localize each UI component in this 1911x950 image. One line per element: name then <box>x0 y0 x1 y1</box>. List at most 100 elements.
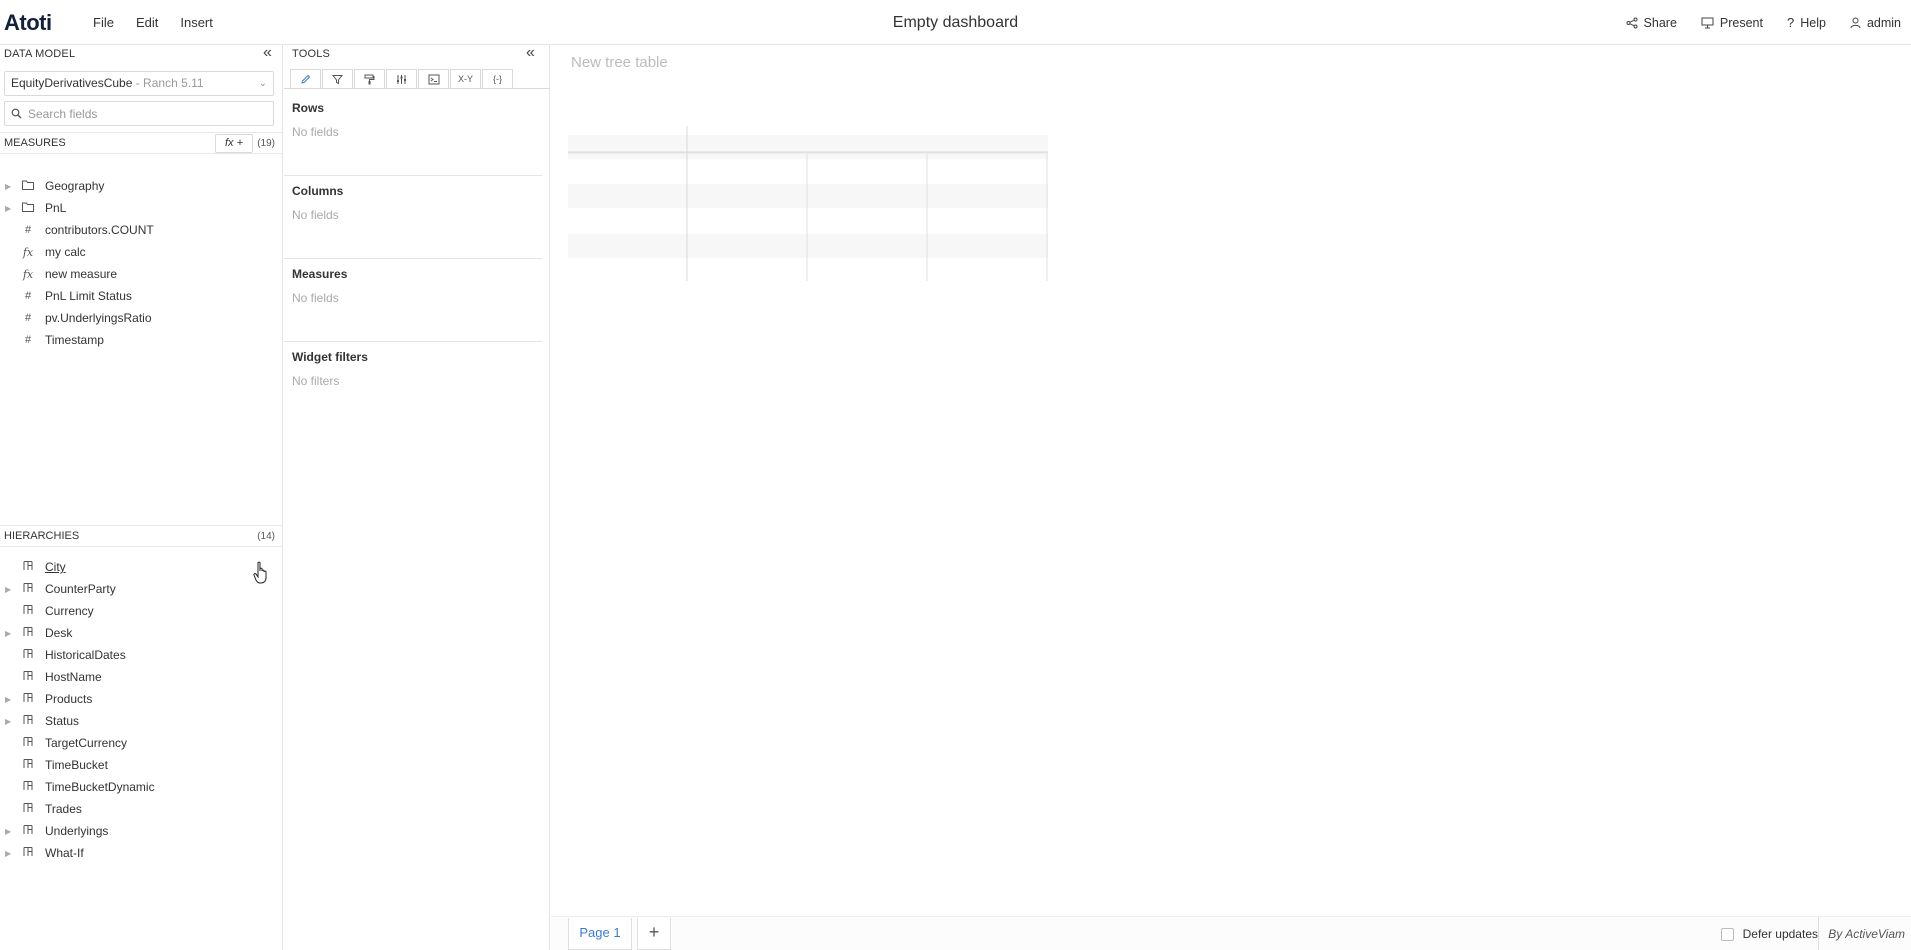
present-label: Present <box>1719 15 1763 30</box>
dashboard-canvas: New tree table <box>551 45 1911 950</box>
braces-label: {-} <box>492 74 502 84</box>
hierarchies-count: (14) <box>257 531 275 542</box>
hierarchy-icon <box>21 758 35 772</box>
hand-cursor-icon <box>253 561 267 584</box>
hierarchy-item[interactable]: ▶ Desk <box>0 622 72 644</box>
hierarchy-label: Trades <box>45 802 82 816</box>
hash-icon: # <box>24 334 32 346</box>
measure-item[interactable]: # PnL Limit Status <box>0 285 132 307</box>
search-icon <box>11 108 22 119</box>
hierarchy-label: Underlyings <box>45 824 109 838</box>
section-divider <box>284 175 542 176</box>
measure-label: new measure <box>45 267 118 281</box>
paint-roller-icon[interactable] <box>354 69 385 89</box>
menu-file[interactable]: File <box>82 15 125 30</box>
pages-footer: Page 1 + Defer updates By ActiveViam <box>551 916 1911 950</box>
collapse-data-model-icon[interactable]: « <box>263 44 272 62</box>
hierarchy-label: TimeBucket <box>45 758 108 772</box>
page-tab-1[interactable]: Page 1 <box>568 918 632 950</box>
present-button[interactable]: Present <box>1701 16 1763 30</box>
folder-icon <box>21 202 35 215</box>
hierarchy-item[interactable]: Trades <box>0 798 82 820</box>
caret-right-icon[interactable]: ▶ <box>5 182 13 191</box>
widget-title[interactable]: New tree table <box>571 54 668 71</box>
hierarchy-label: Currency <box>45 604 94 618</box>
share-button[interactable]: Share <box>1626 16 1677 30</box>
measure-item[interactable]: ▶ Geography <box>0 175 104 197</box>
add-page-button[interactable]: + <box>637 918 671 950</box>
widget-filters-dropzone[interactable]: No filters <box>292 374 339 388</box>
hierarchy-item[interactable]: ▶ CounterParty <box>0 578 116 600</box>
measure-label: PnL <box>45 201 67 215</box>
search-field-box[interactable] <box>4 101 274 126</box>
hierarchy-label: HistoricalDates <box>45 648 126 662</box>
rows-section-title: Rows <box>292 101 325 115</box>
hierarchy-item[interactable]: HistoricalDates <box>0 644 126 666</box>
cube-selector[interactable]: EquityDerivativesCube - Ranch 5.11 ⌄ <box>4 71 274 96</box>
hash-icon: # <box>24 290 32 302</box>
tabs-divider <box>284 88 550 89</box>
hierarchy-label: TargetCurrency <box>45 736 128 750</box>
app-header: Atoti File Edit Insert Empty dashboard S… <box>0 0 1911 45</box>
hierarchy-icon <box>21 604 35 618</box>
hierarchy-icon <box>21 670 35 684</box>
caret-right-icon[interactable]: ▶ <box>5 585 13 594</box>
hierarchy-item[interactable]: Currency <box>0 600 94 622</box>
help-button[interactable]: ? Help <box>1787 15 1826 30</box>
add-calculated-measure-button[interactable]: fx + <box>215 134 253 153</box>
measure-label: my calc <box>45 245 86 259</box>
folder-icon <box>21 180 35 193</box>
hierarchy-icon <box>21 736 35 750</box>
menu-edit[interactable]: Edit <box>125 15 169 30</box>
hash-icon: # <box>24 224 32 236</box>
tools-panel: TOOLS « X-Y {-} Rows No fields Columns N… <box>284 44 550 950</box>
pencil-icon[interactable] <box>290 69 321 89</box>
measure-label: contributors.COUNT <box>45 223 154 237</box>
hierarchy-item[interactable]: TargetCurrency <box>0 732 127 754</box>
hierarchy-item[interactable]: ▶ Products <box>0 688 92 710</box>
measure-item[interactable]: fx new measure <box>0 263 117 285</box>
measure-item[interactable]: # pv.UnderlyingsRatio <box>0 307 152 329</box>
collapse-tools-icon[interactable]: « <box>526 44 535 62</box>
measure-item[interactable]: # Timestamp <box>0 329 104 351</box>
filter-icon[interactable] <box>322 69 353 89</box>
share-label: Share <box>1643 15 1677 30</box>
measure-item[interactable]: fx my calc <box>0 241 86 263</box>
hierarchy-item[interactable]: City <box>0 556 66 578</box>
search-fields-input[interactable] <box>28 106 268 121</box>
hierarchy-icon <box>21 648 35 662</box>
sliders-icon[interactable] <box>386 69 417 89</box>
menu-insert[interactable]: Insert <box>169 15 224 30</box>
defer-updates-checkbox[interactable] <box>1720 927 1734 941</box>
terminal-icon[interactable] <box>418 69 449 89</box>
cube-server: - Ranch 5.11 <box>132 76 204 90</box>
measure-label: Timestamp <box>45 333 104 347</box>
caret-right-icon[interactable]: ▶ <box>5 629 13 638</box>
caret-right-icon[interactable]: ▶ <box>5 695 13 704</box>
columns-dropzone[interactable]: No fields <box>292 208 339 222</box>
user-menu-button[interactable]: admin <box>1850 16 1901 30</box>
hierarchy-label: City <box>45 560 66 574</box>
hierarchy-label: Desk <box>45 626 73 640</box>
hierarchy-item[interactable]: TimeBucketDynamic <box>0 776 155 798</box>
rows-dropzone[interactable]: No fields <box>292 125 339 139</box>
measure-item[interactable]: # contributors.COUNT <box>0 219 154 241</box>
measures-dropzone[interactable]: No fields <box>292 291 339 305</box>
measure-item[interactable]: ▶ PnL <box>0 197 66 219</box>
section-divider <box>284 258 542 259</box>
hierarchy-item[interactable]: ▶ What-If <box>0 842 84 864</box>
user-label: admin <box>1866 15 1901 30</box>
caret-right-icon[interactable]: ▶ <box>5 849 13 858</box>
hierarchy-item[interactable]: ▶ Status <box>0 710 79 732</box>
xy-icon[interactable]: X-Y <box>450 69 481 89</box>
hierarchy-icon <box>21 626 35 640</box>
braces-icon[interactable]: {-} <box>482 69 513 89</box>
hierarchy-item[interactable]: TimeBucket <box>0 754 108 776</box>
caret-right-icon[interactable]: ▶ <box>5 204 13 213</box>
defer-updates-toggle[interactable]: Defer updates <box>1720 917 1818 950</box>
caret-right-icon[interactable]: ▶ <box>5 717 13 726</box>
hierarchy-item[interactable]: ▶ Underlyings <box>0 820 108 842</box>
hierarchy-item[interactable]: HostName <box>0 666 102 688</box>
caret-right-icon[interactable]: ▶ <box>5 827 13 836</box>
atoti-logo[interactable]: Atoti <box>4 10 52 36</box>
